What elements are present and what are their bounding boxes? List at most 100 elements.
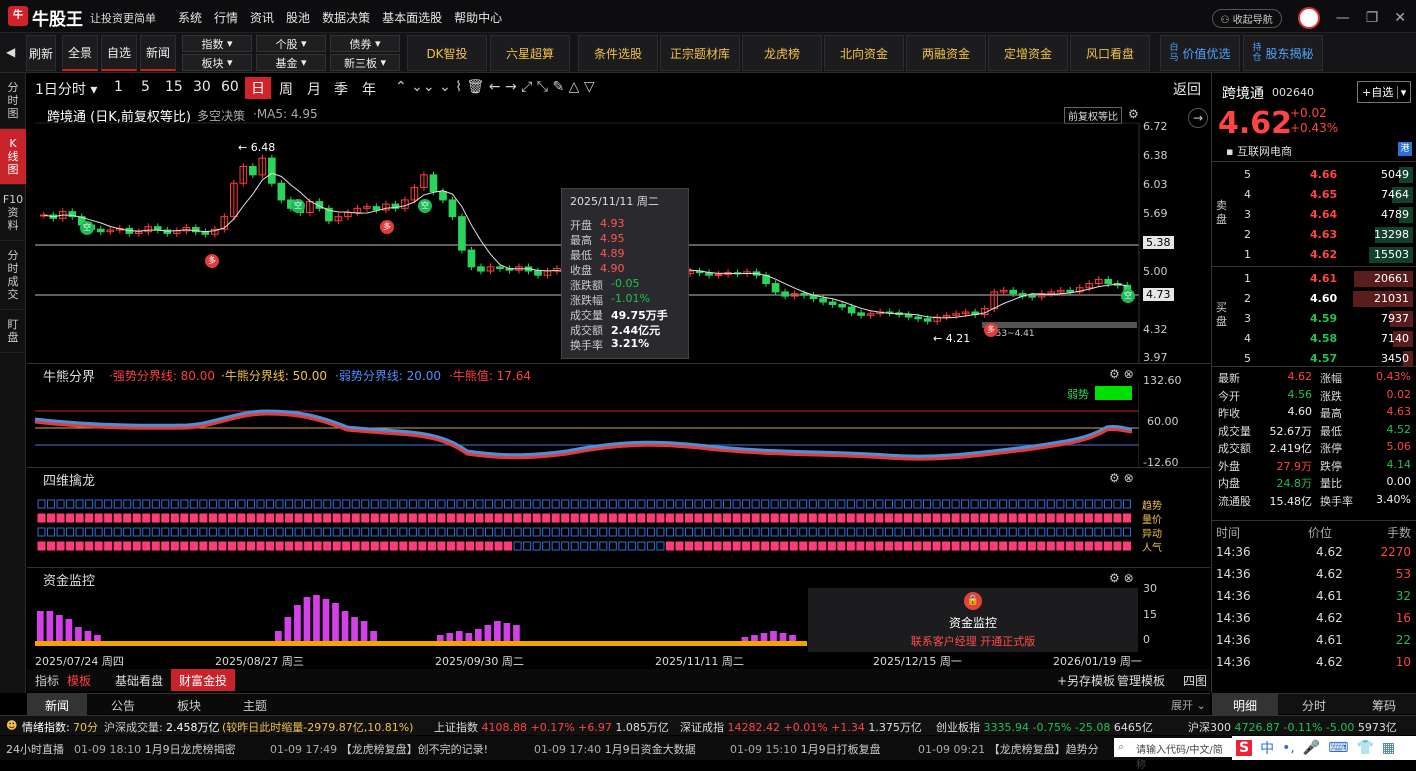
period-5min[interactable]: 5	[141, 79, 150, 95]
period-30min[interactable]: 30	[193, 79, 211, 95]
theme-library-button[interactable]: 正宗题材库	[660, 35, 740, 71]
back-button[interactable]: 返回	[1173, 79, 1201, 99]
news-item[interactable]: 01-09 17:40 1月9日资金大数据	[534, 741, 696, 757]
index-ticker-item[interactable]: 深证成指 14282.42 +0.01% +1.34 1.375万亿	[680, 719, 922, 735]
hk-badge[interactable]: 港	[1398, 142, 1412, 156]
menu-item-data[interactable]: 数据决策	[322, 9, 370, 26]
hot-spot-button[interactable]: 风口看盘	[1070, 35, 1150, 71]
nav-kline[interactable]: K线图	[0, 129, 26, 185]
tab-chips[interactable]: 筹码	[1372, 697, 1396, 714]
fund-dropdown[interactable]: 基金 ▾	[256, 54, 326, 71]
stock-search-input[interactable]: 请输入代码/中文/简称	[1114, 738, 1232, 771]
nav-tick-trade[interactable]: 分时成交	[0, 241, 26, 310]
menu-item-system[interactable]: 系统	[178, 9, 202, 26]
menu-item-help[interactable]: 帮助中心	[454, 9, 502, 26]
lock-subtitle[interactable]: 联系客户经理 开通正式版	[808, 633, 1138, 649]
grid-icon[interactable]: ▦	[1382, 740, 1395, 756]
gear-icon[interactable]: ⚙ ⊗	[1109, 571, 1134, 585]
northbound-button[interactable]: 北向资金	[824, 35, 904, 71]
index-ticker-item[interactable]: 创业板指 3335.94 -0.75% -25.08 6465亿	[936, 719, 1153, 735]
refresh-button[interactable]: 刷新	[26, 35, 56, 71]
sector-label[interactable]: ▪ 互联网电商	[1226, 143, 1292, 159]
sell-row[interactable]: 4 4.65 7464	[1212, 185, 1416, 205]
index-dropdown[interactable]: 指数 ▾	[182, 35, 252, 52]
nav-timeshare[interactable]: 分时图	[0, 73, 26, 129]
stock-dropdown[interactable]: 个股 ▾	[256, 35, 326, 52]
favorites-button[interactable]: 自选	[101, 35, 137, 71]
period-15min[interactable]: 15	[165, 79, 183, 95]
dk-ai-button[interactable]: DK智投	[407, 35, 487, 71]
tab-basic[interactable]: 基础看盘	[115, 672, 163, 689]
ime-toolbar[interactable]: S 中 •, 🎤 ⌨ 👕 ▦	[1232, 736, 1416, 760]
period-timeshare-dropdown[interactable]: 1日分时 ▾	[35, 79, 97, 99]
minimize-icon[interactable]: —	[1336, 10, 1350, 26]
sector-dropdown[interactable]: 板块 ▾	[182, 54, 252, 71]
period-60min[interactable]: 60	[221, 79, 239, 95]
skin-icon[interactable]: 👕	[1356, 740, 1373, 756]
tab-timeshare[interactable]: 分时	[1302, 697, 1326, 714]
buy-row[interactable]: 2 4.60 21031	[1212, 289, 1416, 309]
expand-button[interactable]: 展开 ⌄	[1171, 697, 1206, 713]
sell-row[interactable]: 1 4.62 15503	[1212, 245, 1416, 265]
gear-icon[interactable]: ⚙ ⊗	[1109, 471, 1134, 485]
four-chart-button[interactable]: 四图	[1183, 672, 1207, 689]
news-item[interactable]: 01-09 17:49 【龙虎榜复盘】创不完的记录!	[270, 741, 488, 757]
news-item[interactable]: 01-09 15:10 1月9日打板复盘	[730, 741, 881, 757]
six-star-button[interactable]: 六星超算	[490, 35, 570, 71]
keyboard-icon[interactable]: ⌨	[1328, 740, 1348, 756]
buy-row[interactable]: 4 4.58 7140	[1212, 329, 1416, 349]
buy-row[interactable]: 1 4.61 20661	[1212, 269, 1416, 289]
draw-tools[interactable]: ⌃ ⌄⌄ ⌄ ⌇ 🗑 ← → ⤢ ⤡ ✎ △ ▽	[395, 79, 595, 95]
dragon-tiger-button[interactable]: 龙虎榜	[742, 35, 822, 71]
tab-notice[interactable]: 公告	[111, 697, 135, 714]
avatar[interactable]	[1297, 7, 1320, 29]
live-label[interactable]: 24小时直播	[6, 741, 64, 757]
condition-select-button[interactable]: 条件选股	[578, 35, 658, 71]
neeq-dropdown[interactable]: 新三板 ▾	[330, 54, 400, 71]
tab-detail[interactable]: 明细	[1212, 694, 1278, 715]
index-ticker-item[interactable]: 上证指数 4108.88 +0.17% +6.97 1.085万亿	[434, 719, 669, 735]
sell-row[interactable]: 5 4.66 5049	[1212, 165, 1416, 185]
menu-item-pool[interactable]: 股池	[286, 9, 310, 26]
news-item[interactable]: 01-09 09:21 【龙虎榜复盘】趋势分	[918, 741, 1099, 757]
collapse-nav-button[interactable]: ⚇ 收起导航	[1211, 8, 1282, 28]
placement-button[interactable]: 定增资金	[988, 35, 1068, 71]
nav-f10[interactable]: F10 资料	[0, 185, 26, 241]
sell-row[interactable]: 2 4.63 13298	[1212, 225, 1416, 245]
gear-icon[interactable]: ⚙ ⊗	[1109, 367, 1134, 381]
tab-wealth[interactable]: 财富金投	[171, 669, 236, 691]
tab-indicator[interactable]: 指标	[35, 672, 59, 689]
margin-button[interactable]: 两融资金	[906, 35, 986, 71]
buy-row[interactable]: 3 4.59 7937	[1212, 309, 1416, 329]
bond-dropdown[interactable]: 债券 ▾	[330, 35, 400, 52]
index-ticker-item[interactable]: 沪深300 4726.87 -0.11% -5.00 5973亿	[1188, 719, 1397, 735]
close-icon[interactable]: ✕	[1394, 10, 1406, 26]
period-1min[interactable]: 1	[114, 79, 123, 95]
sell-row[interactable]: 3 4.64 4789	[1212, 205, 1416, 225]
menu-item-info[interactable]: 资讯	[250, 9, 274, 26]
fund-lock-overlay[interactable]: 🔒 资金监控 联系客户经理 开通正式版	[808, 588, 1138, 652]
nav-monitor[interactable]: 盯盘	[0, 310, 26, 353]
tab-theme[interactable]: 主题	[243, 697, 267, 714]
holder-reveal-button[interactable]: 持仓股东揭秘	[1243, 35, 1323, 71]
tab-template[interactable]: 模板	[67, 672, 91, 689]
save-template-button[interactable]: +另存模板	[1057, 672, 1115, 689]
ime-mode[interactable]: 中	[1260, 738, 1274, 758]
period-week[interactable]: 周	[279, 79, 293, 99]
period-month[interactable]: 月	[307, 79, 321, 99]
tab-sector[interactable]: 板块	[177, 697, 201, 714]
add-fav-button[interactable]: +自选 ▾	[1357, 81, 1412, 103]
tab-news[interactable]: 新闻	[27, 694, 87, 715]
manage-template-button[interactable]: 管理模板	[1117, 672, 1165, 689]
period-day[interactable]: 日	[245, 77, 271, 99]
mic-icon[interactable]: 🎤	[1303, 740, 1320, 756]
collapse-left-icon[interactable]: ◀	[6, 45, 15, 59]
period-quarter[interactable]: 季	[334, 79, 348, 99]
news-item[interactable]: 01-09 18:10 1月9日龙虎榜揭密	[74, 741, 236, 757]
value-pick-button[interactable]: 白马价值优选	[1160, 35, 1240, 71]
news-button[interactable]: 新闻	[140, 35, 176, 71]
panorama-button[interactable]: 全景	[62, 35, 98, 71]
period-year[interactable]: 年	[362, 79, 376, 99]
maximize-icon[interactable]: ❐	[1366, 10, 1379, 26]
menu-item-fundamental[interactable]: 基本面选股	[382, 9, 442, 26]
